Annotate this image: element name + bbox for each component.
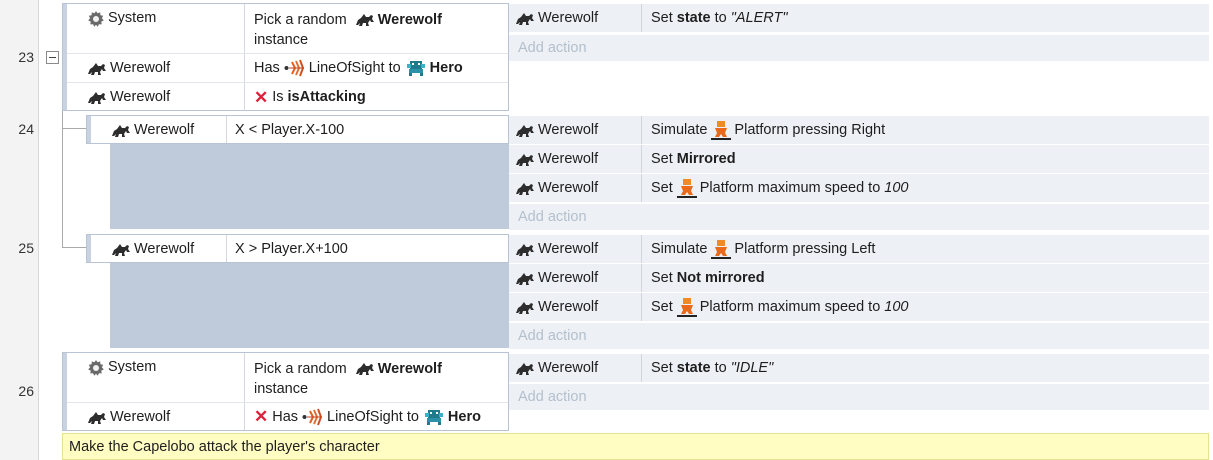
action-description: Set Platform maximum speed to 100 — [651, 178, 909, 198]
action-object-label: Werewolf — [538, 241, 599, 257]
action-row[interactable]: Werewolf Simulate Platform pressing Left — [509, 235, 1209, 263]
condition-object-label: System — [108, 10, 157, 26]
condition-row[interactable]: Werewolf ✕ Is isAttacking — [67, 83, 508, 111]
action-object-label: Werewolf — [538, 122, 599, 138]
action-object-label: Werewolf — [538, 151, 599, 167]
condition-description: X < Player.X-100 — [235, 121, 345, 138]
condition-description: Pick a random Werewolf instance — [254, 360, 442, 397]
platform-behavior-icon — [676, 178, 697, 198]
line-of-sight-icon — [284, 59, 306, 77]
werewolf-sprite-icon — [515, 241, 535, 257]
werewolf-sprite-icon — [515, 10, 535, 26]
action-row[interactable]: Werewolf Simulate Platform pressing Righ… — [509, 116, 1209, 144]
condition-row[interactable]: System Pick a random Werewolf instance — [67, 353, 508, 403]
inverted-condition-x-icon: ✕ — [254, 87, 269, 107]
platform-behavior-icon — [711, 120, 732, 140]
hero-sprite-icon — [423, 409, 445, 425]
condition-object-label: Werewolf — [110, 408, 171, 425]
condition-description: Pick a random Werewolf instance — [254, 11, 442, 48]
action-description: Set state to "IDLE" — [651, 360, 774, 376]
action-row[interactable]: Werewolf Set Mirrored — [509, 145, 1209, 173]
subevent-tree-line — [62, 111, 63, 247]
event-25-conditions[interactable]: Werewolf X > Player.X+100 — [86, 234, 509, 263]
werewolf-sprite-icon — [515, 299, 535, 315]
condition-description: ✕ Is isAttacking — [254, 87, 366, 107]
condition-description: X > Player.X+100 — [235, 240, 348, 257]
werewolf-sprite-icon — [111, 241, 131, 257]
event-26-conditions[interactable]: System Pick a random Werewolf instance W… — [62, 352, 509, 431]
condition-object-label: Werewolf — [134, 240, 195, 257]
condition-row[interactable]: Werewolf X > Player.X+100 — [91, 235, 508, 262]
action-description: Simulate Platform pressing Left — [651, 239, 876, 259]
event-24-conditions[interactable]: Werewolf X < Player.X-100 — [86, 115, 509, 144]
action-object-label: Werewolf — [538, 180, 599, 196]
action-object-label: Werewolf — [538, 10, 599, 26]
sub-event-filler — [110, 144, 509, 229]
werewolf-sprite-icon — [515, 122, 535, 138]
inverted-condition-x-icon: ✕ — [254, 407, 269, 426]
werewolf-sprite-icon — [515, 180, 535, 196]
event-23-conditions[interactable]: System Pick a random Werewolf instance W… — [62, 3, 509, 111]
werewolf-sprite-icon — [515, 151, 535, 167]
line-number-26: 26 — [18, 383, 34, 399]
add-action-button[interactable]: Add action — [509, 35, 1209, 61]
hero-sprite-icon — [405, 60, 427, 76]
line-number-23: 23 — [18, 49, 34, 65]
action-description: Set Not mirrored — [651, 270, 765, 286]
condition-row[interactable]: Werewolf ✕ Has LineOfSight to Hero — [67, 403, 508, 430]
action-description: Set state to "ALERT" — [651, 10, 788, 26]
condition-object-label: Werewolf — [110, 89, 171, 105]
condition-row[interactable]: System Pick a random Werewolf instance — [67, 4, 508, 54]
condition-object-label: System — [108, 359, 157, 375]
subevent-tree-branch — [62, 128, 86, 129]
action-row[interactable]: Werewolf Set Platform maximum speed to 1… — [509, 293, 1209, 321]
action-object-label: Werewolf — [538, 270, 599, 286]
action-description: Set Platform maximum speed to 100 — [651, 297, 909, 317]
add-action-button[interactable]: Add action — [509, 384, 1209, 410]
line-number-24: 24 — [18, 121, 34, 137]
condition-row[interactable]: Werewolf X < Player.X-100 — [91, 116, 508, 143]
add-action-button[interactable]: Add action — [509, 204, 1209, 230]
werewolf-sprite-icon — [87, 409, 107, 425]
action-row[interactable]: Werewolf Set Not mirrored — [509, 264, 1209, 292]
event-comment[interactable]: Make the Capelobo attack the player's ch… — [62, 433, 1209, 460]
werewolf-sprite-icon — [111, 122, 131, 138]
werewolf-sprite-icon — [355, 11, 375, 27]
action-row[interactable]: Werewolf Set Platform maximum speed to 1… — [509, 174, 1209, 202]
condition-object-label: Werewolf — [134, 121, 195, 138]
werewolf-sprite-icon — [515, 360, 535, 376]
werewolf-sprite-icon — [87, 60, 107, 76]
line-of-sight-icon — [302, 408, 324, 426]
action-row[interactable]: Werewolf Set state to "IDLE" — [509, 354, 1209, 382]
sub-event-filler — [110, 263, 509, 348]
line-number-25: 25 — [18, 240, 34, 256]
condition-object-label: Werewolf — [110, 60, 171, 76]
action-row[interactable]: Werewolf Set state to "ALERT" — [509, 4, 1209, 32]
action-object-label: Werewolf — [538, 299, 599, 315]
subevent-tree-branch — [62, 247, 86, 248]
action-description: Simulate Platform pressing Right — [651, 120, 886, 140]
werewolf-sprite-icon — [515, 270, 535, 286]
werewolf-sprite-icon — [87, 89, 107, 105]
platform-behavior-icon — [676, 297, 697, 317]
action-object-label: Werewolf — [538, 360, 599, 376]
condition-row[interactable]: Werewolf Has LineOfSight to Hero — [67, 54, 508, 83]
werewolf-sprite-icon — [355, 360, 375, 376]
condition-description: Has LineOfSight to Hero — [254, 59, 463, 77]
gear-icon — [87, 359, 105, 377]
action-description: Set Mirrored — [651, 151, 736, 167]
gear-icon — [87, 10, 105, 28]
add-action-button[interactable]: Add action — [509, 323, 1209, 349]
gutter-divider — [38, 0, 39, 460]
collapse-toggle-event-23[interactable] — [46, 51, 59, 64]
platform-behavior-icon — [711, 239, 732, 259]
condition-description: ✕ Has LineOfSight to Hero — [254, 407, 481, 426]
